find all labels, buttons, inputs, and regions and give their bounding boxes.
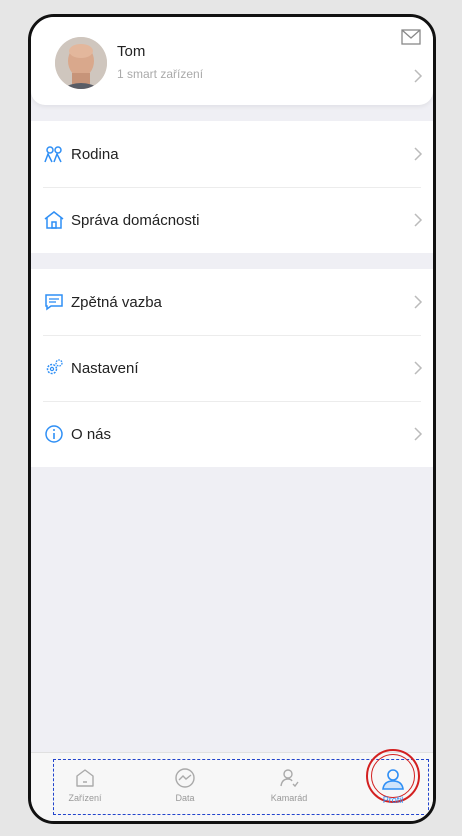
family-icon bbox=[43, 143, 65, 165]
profile-name: Tom bbox=[117, 43, 146, 60]
profile-card[interactable]: Tom 1 smart zařízení bbox=[31, 17, 433, 105]
tab-label: Profil bbox=[382, 795, 404, 805]
tab-label: Zařízení bbox=[68, 793, 102, 803]
mail-icon[interactable] bbox=[401, 29, 421, 45]
tab-devices[interactable]: Zařízení bbox=[55, 767, 115, 803]
phone-frame: Tom 1 smart zařízení Rodina Správa domác… bbox=[28, 14, 436, 824]
menu-item-about[interactable]: O nás bbox=[31, 401, 433, 467]
menu-group-family: Rodina Správa domácnosti bbox=[31, 121, 433, 253]
menu-item-label: O nás bbox=[71, 425, 112, 443]
profile-device-count: 1 smart zařízení bbox=[117, 67, 204, 81]
profile-icon bbox=[382, 769, 404, 790]
chart-circle-icon bbox=[175, 768, 195, 788]
chevron-right-icon bbox=[414, 213, 423, 227]
menu-item-settings[interactable]: Nastavení bbox=[31, 335, 433, 401]
menu-item-label: Rodina bbox=[71, 145, 119, 163]
chevron-right-icon bbox=[414, 427, 423, 441]
menu-item-label: Správa domácnosti bbox=[71, 211, 200, 229]
tab-data[interactable]: Data bbox=[155, 767, 215, 803]
chevron-right-icon bbox=[414, 295, 423, 309]
avatar[interactable] bbox=[55, 37, 107, 89]
chevron-right-icon bbox=[414, 69, 423, 83]
tab-profile[interactable]: Profil bbox=[363, 767, 423, 805]
chevron-right-icon bbox=[414, 147, 423, 161]
menu-item-home-management[interactable]: Správa domácnosti bbox=[31, 187, 433, 253]
settings-icon bbox=[43, 357, 65, 379]
menu-item-feedback[interactable]: Zpětná vazba bbox=[31, 269, 433, 335]
home-outline-icon bbox=[76, 769, 94, 787]
menu-item-label: Nastavení bbox=[71, 359, 139, 377]
tab-label: Kamarád bbox=[270, 793, 308, 803]
tab-label: Data bbox=[175, 793, 195, 803]
menu-group-settings: Zpětná vazba Nastavení O nás bbox=[31, 269, 433, 467]
chevron-right-icon bbox=[414, 361, 423, 375]
feedback-icon bbox=[43, 291, 65, 313]
home-icon bbox=[43, 209, 65, 231]
menu-item-label: Zpětná vazba bbox=[71, 293, 162, 311]
tab-friend[interactable]: Kamarád bbox=[259, 767, 319, 803]
friend-icon bbox=[280, 769, 299, 788]
menu-item-family[interactable]: Rodina bbox=[31, 121, 433, 187]
bottom-tab-bar: Zařízení Data Kamarád Profil bbox=[31, 749, 433, 821]
info-icon bbox=[43, 423, 65, 445]
